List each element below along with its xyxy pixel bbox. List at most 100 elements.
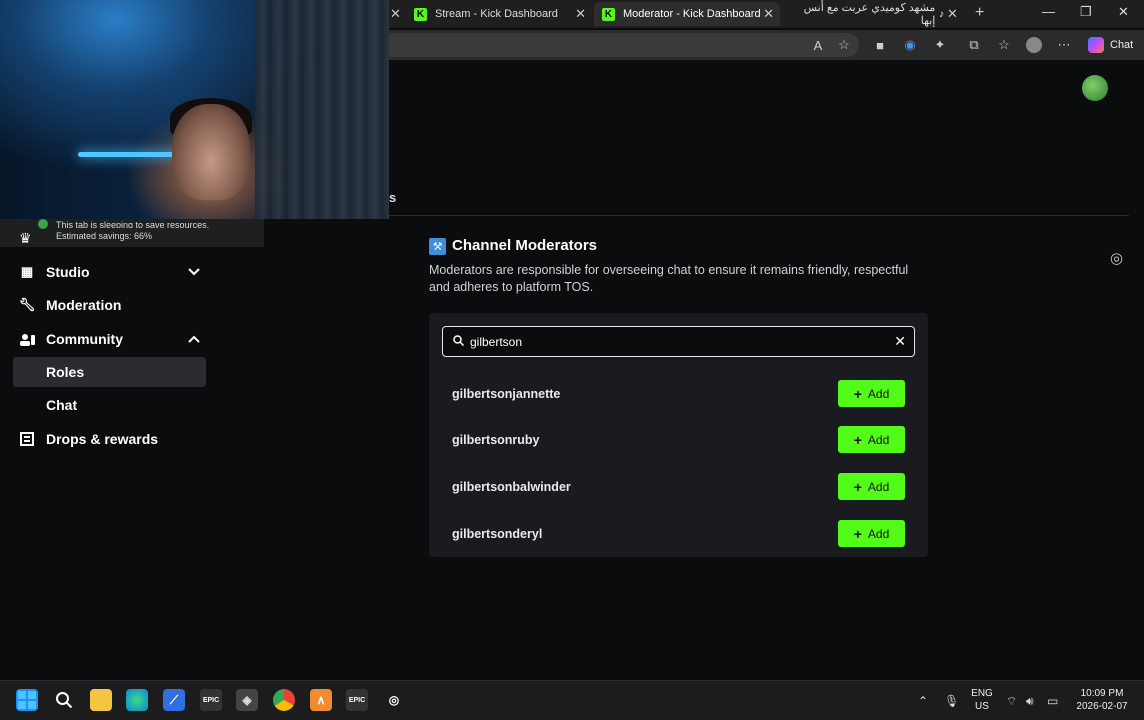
chevron-up-icon[interactable] bbox=[188, 332, 200, 346]
tab-title: Stream - Kick Dashboard bbox=[435, 8, 558, 20]
username: gilbertsonruby bbox=[452, 433, 540, 447]
savings-line: Estimated savings: 66% bbox=[56, 231, 153, 241]
sidebar-item-studio[interactable]: ▦ Studio bbox=[13, 257, 206, 287]
username: gilbertsonderyl bbox=[452, 527, 543, 541]
moderator-search-field[interactable]: ✕ bbox=[442, 326, 915, 357]
show-hidden-icons-icon[interactable]: ⌃ bbox=[918, 694, 928, 708]
assistant-ring-icon[interactable]: ◎ bbox=[1110, 249, 1128, 267]
extensions-puzzle-icon[interactable]: ✦ bbox=[932, 37, 948, 53]
sidebar-item-label: Roles bbox=[46, 364, 85, 380]
add-moderator-button[interactable]: + Add bbox=[838, 426, 905, 453]
add-label: Add bbox=[867, 386, 890, 401]
gift-icon bbox=[19, 431, 35, 447]
tab-stream-dashboard[interactable]: K Stream - Kick Dashboard ✕ bbox=[406, 2, 592, 26]
copilot-icon bbox=[1088, 37, 1104, 53]
username: gilbertsonjannette bbox=[452, 387, 561, 401]
search-input[interactable] bbox=[470, 334, 880, 349]
webcam-curtain bbox=[255, 0, 389, 219]
more-options-icon[interactable]: ⋯ bbox=[1056, 37, 1072, 53]
copilot-chat-button[interactable]: Chat bbox=[1084, 34, 1141, 56]
time: 10:09 PM bbox=[1080, 688, 1124, 699]
file-explorer-icon[interactable] bbox=[90, 689, 112, 711]
edge-browser-icon[interactable] bbox=[126, 689, 148, 711]
wifi-icon[interactable]: ⌔ bbox=[1006, 694, 1017, 709]
screen: ✕ K Stream - Kick Dashboard ✕ K Moderato… bbox=[0, 0, 1144, 720]
close-tab-icon[interactable]: ✕ bbox=[390, 6, 401, 22]
region-code: US bbox=[975, 701, 989, 712]
header-divider bbox=[389, 215, 1129, 216]
sidebar-item-label: Moderation bbox=[46, 297, 122, 313]
vpn-icon[interactable]: ◉ bbox=[902, 37, 918, 53]
list-item: gilbertsonruby + Add bbox=[442, 422, 915, 458]
extension-icon[interactable]: ■ bbox=[872, 37, 888, 53]
microphone-icon[interactable]: 🎙︎ bbox=[944, 694, 959, 708]
plus-icon: + bbox=[853, 385, 862, 402]
add-label: Add bbox=[867, 432, 890, 447]
list-item: gilbertsonbalwinder + Add bbox=[442, 469, 915, 505]
sidebar-item-label: Studio bbox=[46, 264, 90, 280]
sidebar-item-label: Chat bbox=[46, 397, 78, 413]
list-item: gilbertsonderyl + Add bbox=[442, 516, 915, 552]
sidebar-item-label: Drops & rewards bbox=[46, 431, 159, 447]
plus-icon: + bbox=[853, 525, 862, 542]
chevron-down-icon[interactable] bbox=[188, 265, 200, 279]
add-moderator-button[interactable]: + Add bbox=[838, 473, 905, 500]
people-icon bbox=[19, 331, 35, 347]
leaf-icon bbox=[38, 219, 48, 229]
list-item: gilbertsonjannette + Add bbox=[442, 376, 915, 412]
section-description: Moderators are responsible for overseein… bbox=[429, 263, 909, 294]
read-aloud-icon[interactable]: A bbox=[810, 37, 826, 53]
volume-icon[interactable]: 🔊︎ bbox=[1026, 694, 1034, 709]
date: 2026-02-07 bbox=[1076, 701, 1128, 712]
kick-favicon-icon: K bbox=[414, 7, 427, 21]
minimize-icon[interactable]: — bbox=[1042, 4, 1055, 19]
close-tab-icon[interactable]: ✕ bbox=[947, 6, 958, 22]
sidebar-item-roles[interactable]: Roles bbox=[13, 357, 206, 387]
trophy-icon: ♛ bbox=[19, 230, 32, 246]
sidebar-item-community[interactable]: Community bbox=[13, 324, 206, 354]
search-icon[interactable] bbox=[53, 689, 75, 711]
close-window-icon[interactable]: ✕ bbox=[1118, 4, 1129, 20]
tab-title: Moderator - Kick Dashboard bbox=[623, 8, 761, 20]
favorites-icon[interactable]: ☆ bbox=[996, 37, 1012, 53]
split-screen-icon[interactable]: ⧉ bbox=[966, 37, 982, 53]
hammer-icon: ⚒ bbox=[429, 238, 446, 255]
app-icon[interactable]: ∧ bbox=[310, 689, 332, 711]
epic-games-icon[interactable]: EPIC bbox=[200, 689, 222, 711]
add-label: Add bbox=[867, 526, 890, 541]
windows-start-icon[interactable] bbox=[16, 689, 38, 711]
maximize-icon[interactable]: ❐ bbox=[1080, 4, 1092, 20]
search-icon bbox=[453, 334, 467, 349]
add-moderator-button[interactable]: + Add bbox=[838, 380, 905, 407]
kick-favicon-icon: K bbox=[602, 7, 615, 21]
sidebar-item-moderation[interactable]: 🔧︎ Moderation bbox=[13, 290, 206, 320]
grid-icon: ▦ bbox=[20, 264, 34, 279]
language-indicator[interactable]: ENG US bbox=[970, 687, 994, 713]
tab-moderator-dashboard[interactable]: K Moderator - Kick Dashboard ✕ bbox=[594, 2, 780, 26]
user-avatar[interactable] bbox=[1082, 75, 1108, 101]
profile-icon[interactable] bbox=[1026, 37, 1042, 53]
clock[interactable]: 10:09 PM 2026-02-07 bbox=[1074, 687, 1130, 713]
language-code: ENG bbox=[971, 688, 993, 699]
battery-icon[interactable]: ▭ bbox=[1047, 694, 1058, 708]
unity-icon[interactable]: ◈ bbox=[236, 689, 258, 711]
sleeping-line: This tab is sleeping to save resources. bbox=[56, 220, 210, 228]
clear-search-icon[interactable]: ✕ bbox=[894, 333, 906, 350]
close-tab-icon[interactable]: ✕ bbox=[763, 6, 774, 22]
chrome-icon[interactable] bbox=[273, 689, 295, 711]
favorite-star-icon[interactable]: ☆ bbox=[836, 37, 852, 53]
plus-icon: + bbox=[853, 478, 862, 495]
new-tab-button[interactable]: + bbox=[975, 4, 984, 22]
obs-icon[interactable]: ◎ bbox=[383, 689, 405, 711]
wrench-icon: 🔧︎ bbox=[18, 297, 36, 312]
sidebar-item-chat[interactable]: Chat bbox=[13, 390, 206, 420]
close-tab-icon[interactable]: ✕ bbox=[575, 6, 586, 22]
sidebar-item-drops-rewards[interactable]: Drops & rewards bbox=[13, 424, 206, 454]
tab-tiktok-video[interactable]: ♪ مشهد كوميدي عربت مع أنس إبها bbox=[782, 2, 964, 27]
add-label: Add bbox=[867, 479, 890, 494]
url-field[interactable] bbox=[389, 33, 859, 57]
app-icon[interactable]: ⟋ bbox=[163, 689, 185, 711]
partial-heading: s bbox=[389, 190, 397, 205]
epic-games-icon[interactable]: EPIC bbox=[346, 689, 368, 711]
add-moderator-button[interactable]: + Add bbox=[838, 520, 905, 547]
